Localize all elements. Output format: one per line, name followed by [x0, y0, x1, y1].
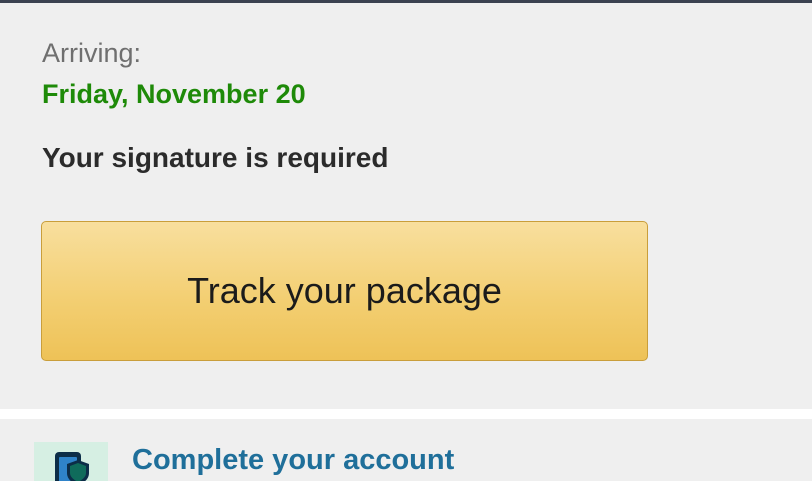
signature-required-note: Your signature is required: [42, 142, 389, 173]
delivery-card: Arriving: Friday, November 20 Your signa…: [0, 3, 812, 409]
track-package-button[interactable]: Track your package: [41, 221, 648, 361]
complete-account-section[interactable]: Complete your account: [0, 419, 812, 481]
section-divider: [0, 409, 812, 419]
phone-shield-icon: [34, 442, 108, 481]
arriving-label: Arriving:: [42, 38, 142, 68]
complete-account-link[interactable]: Complete your account: [132, 444, 454, 477]
arrival-date: Friday, November 20: [42, 79, 306, 109]
track-package-button-label: Track your package: [187, 270, 502, 311]
